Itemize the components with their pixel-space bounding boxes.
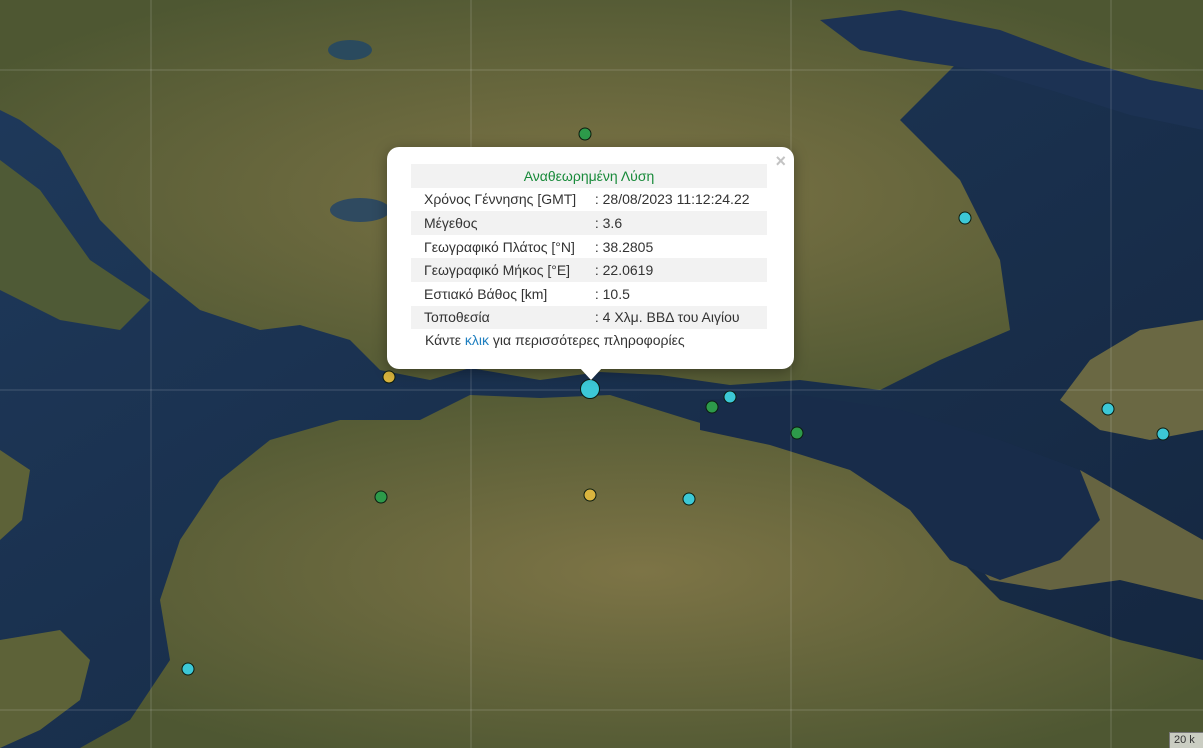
more-info-prefix: Κάντε <box>425 332 465 348</box>
info-row-longitude: Γεωγραφικό Μήκος [°E] : 22.0619 <box>411 258 767 282</box>
scale-bar: 20 k <box>1169 732 1203 748</box>
info-row-depth: Εστιακό Βάθος [km] : 10.5 <box>411 282 767 306</box>
info-value: : 4 Χλμ. ΒΒΔ του Αιγίου <box>594 305 767 330</box>
earthquake-marker[interactable] <box>705 400 719 414</box>
earthquake-marker[interactable] <box>382 370 396 384</box>
info-value: : 28/08/2023 11:12:24.22 <box>594 191 750 208</box>
info-label: Χρόνος Γέννησης [GMT] <box>424 191 577 208</box>
info-value: : 3.6 <box>594 211 767 235</box>
earthquake-marker[interactable] <box>958 211 972 225</box>
selected-earthquake-marker[interactable] <box>580 379 600 399</box>
info-label: Γεωγραφικό Πλάτος [°N] <box>424 238 575 255</box>
info-label: Μέγεθος <box>411 211 595 235</box>
lake <box>328 40 372 60</box>
earthquake-marker[interactable] <box>682 492 696 506</box>
info-value: : 22.0619 <box>594 258 767 282</box>
earthquake-info-popup: × Αναθεωρημένη Λύση Χρόνος Γέννησης [GMT… <box>387 147 794 369</box>
earthquake-marker[interactable] <box>374 490 388 504</box>
earthquake-marker[interactable] <box>583 488 597 502</box>
more-info-text: Κάντε κλικ για περισσότερες πληροφορίες <box>425 332 685 348</box>
close-icon[interactable]: × <box>775 151 786 171</box>
earthquake-marker[interactable] <box>578 127 592 141</box>
popup-title: Αναθεωρημένη Λύση <box>411 164 767 188</box>
info-row-magnitude: Μέγεθος : 3.6 <box>411 211 767 235</box>
earthquake-marker[interactable] <box>1101 402 1115 416</box>
info-value: : 38.2805 <box>594 238 654 255</box>
info-label: Τοποθεσία <box>411 305 595 330</box>
earthquake-marker[interactable] <box>790 426 804 440</box>
info-row-latitude: Γεωγραφικό Πλάτος [°N] : 38.2805 <box>411 235 767 259</box>
earthquake-marker[interactable] <box>1156 427 1170 441</box>
info-label: Εστιακό Βάθος [km] <box>424 285 548 302</box>
more-info-link[interactable]: κλικ <box>465 332 489 348</box>
info-row-origin-time: Χρόνος Γέννησης [GMT] : 28/08/2023 11:12… <box>411 188 767 212</box>
info-value: : 10.5 <box>594 285 630 302</box>
earthquake-marker[interactable] <box>181 662 195 676</box>
lake <box>330 198 390 222</box>
earthquake-info-table: Αναθεωρημένη Λύση Χρόνος Γέννησης [GMT] … <box>411 164 767 330</box>
info-label: Γεωγραφικό Μήκος [°E] <box>411 258 595 282</box>
earthquake-marker[interactable] <box>723 390 737 404</box>
info-row-location: Τοποθεσία : 4 Χλμ. ΒΒΔ του Αιγίου <box>411 305 767 330</box>
more-info-suffix: για περισσότερες πληροφορίες <box>489 332 685 348</box>
popup-tip <box>579 367 603 380</box>
popup-title-row: Αναθεωρημένη Λύση <box>411 164 767 188</box>
